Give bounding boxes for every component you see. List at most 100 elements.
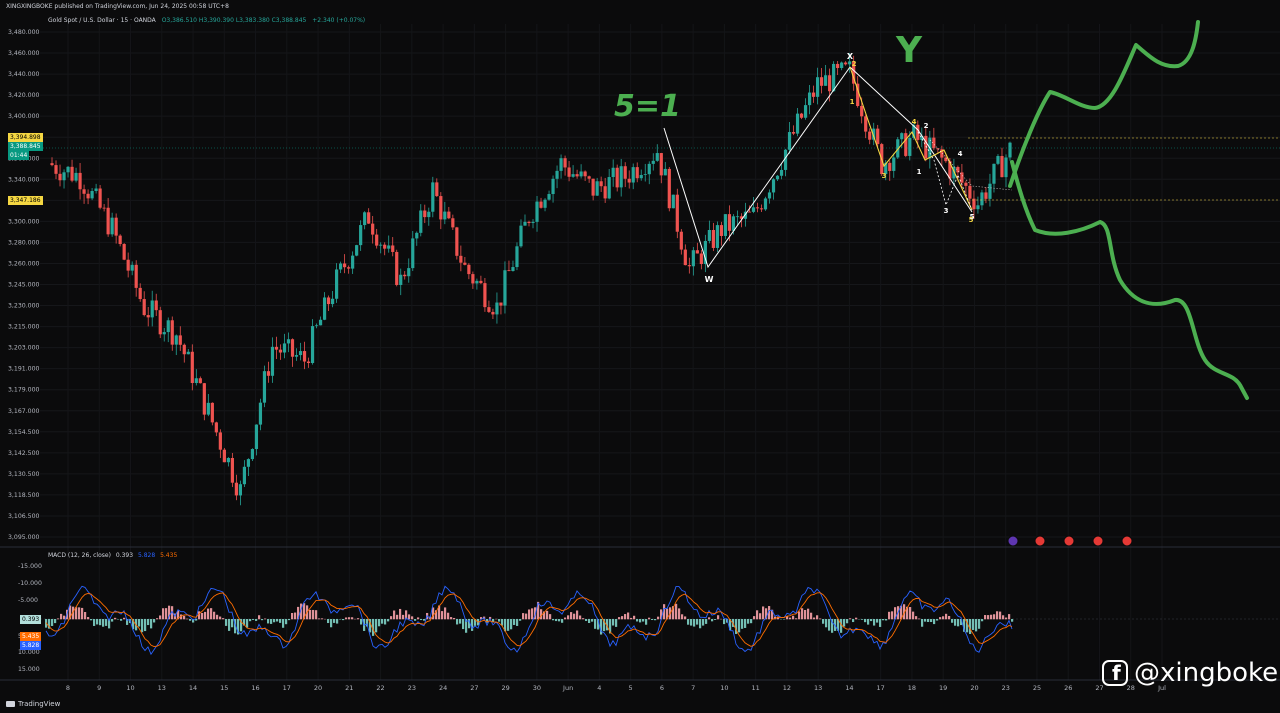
candle-body: [306, 361, 311, 364]
macd-histogram-bar: [396, 614, 399, 620]
macd-histogram-bar: [384, 619, 387, 625]
macd-histogram-bar: [651, 619, 654, 621]
candle-body: [1004, 157, 1008, 178]
macd-histogram-bar: [222, 618, 225, 620]
candle-body: [210, 402, 214, 423]
candle-body: [599, 181, 603, 187]
macd-histogram-bar: [81, 607, 84, 620]
candle-body: [695, 250, 699, 254]
wave-annotations: WX21345213455=1Y: [614, 20, 1249, 400]
candle-body: [635, 167, 639, 179]
candle-body: [711, 230, 715, 248]
price-tick-label: 3,280.000: [8, 239, 40, 246]
macd-histogram-bar: [201, 612, 204, 620]
symbol-title[interactable]: Gold Spot / U.S. Dollar · 15 · OANDA: [48, 17, 156, 24]
candle-body: [683, 249, 687, 266]
candle-body: [996, 156, 1000, 164]
price-tick-label: 3,340.000: [8, 176, 40, 183]
candle-body: [242, 466, 247, 485]
macd-histogram-bar: [78, 607, 81, 620]
macd-histogram-bar: [588, 619, 591, 624]
macd-tick-label: 15.000: [18, 666, 40, 673]
macd-histogram-bar: [459, 619, 462, 624]
macd-histogram-bar: [705, 619, 708, 624]
price-tick-label: 3,154.500: [8, 429, 40, 436]
candle-body: [807, 92, 812, 106]
macd-histogram-bar: [684, 616, 687, 620]
candle-body: [860, 105, 864, 117]
macd-histogram-bar: [393, 610, 396, 620]
candle-body: [603, 186, 607, 199]
us-flag-event-icon[interactable]: [1092, 535, 1104, 547]
macd-histogram-bar: [207, 608, 210, 620]
candle-body: [130, 264, 134, 271]
candle-body: [559, 158, 563, 171]
candle-body: [443, 211, 447, 220]
candle-body: [904, 133, 908, 156]
candle-body: [1000, 156, 1004, 178]
candle-body: [326, 297, 331, 305]
macd-histogram-bar: [312, 609, 315, 620]
macd-histogram-bar: [762, 606, 765, 620]
candle-body: [583, 171, 587, 177]
candle-body: [976, 205, 980, 210]
price-axis[interactable]: 3,480.000 3,460.000 3,440.000 3,420.000 3,40…: [8, 29, 40, 541]
candle-body: [767, 192, 772, 199]
candle-body: [868, 131, 872, 140]
macd-histogram-bar: [414, 619, 417, 621]
price-tick-label: 3,460.000: [8, 50, 40, 57]
price-tick-label: 3,130.500: [8, 471, 40, 478]
macd-histogram-bar: [375, 619, 378, 633]
price-chart[interactable]: 3,480.000 3,460.000 3,440.000 3,420.000 3,40…: [0, 0, 1280, 713]
time-tick-label: 17: [877, 684, 885, 692]
macd-histogram-bar: [876, 619, 879, 623]
macd-histogram-bar: [993, 614, 996, 620]
candle-body: [527, 221, 531, 223]
time-tick-label: 5: [629, 684, 633, 692]
wxy-wave-line: [663, 66, 851, 269]
time-tick-label: 14: [845, 684, 853, 692]
symbol-header: Gold Spot / U.S. Dollar · 15 · OANDA O3,…: [48, 17, 365, 24]
candle-body: [864, 116, 868, 132]
candle-body: [134, 264, 138, 288]
macd-histogram-bar: [444, 607, 447, 620]
time-tick-label: 18: [908, 684, 916, 692]
tradingview-brand[interactable]: TradingView: [6, 700, 60, 708]
candle-body: [535, 201, 539, 222]
macd-histogram-bar: [519, 619, 522, 621]
us-flag-event-icon[interactable]: [1034, 535, 1046, 547]
time-tick-label: 15: [220, 684, 228, 692]
price-tick-label: 3,179.000: [8, 387, 40, 394]
candle-body: [639, 174, 643, 179]
candle-body: [984, 192, 988, 199]
time-tick-label: 23: [1002, 684, 1010, 692]
candle-body: [118, 235, 122, 245]
candle-body: [575, 174, 579, 177]
us-flag-event-icon[interactable]: [1121, 535, 1133, 547]
macd-histogram-bar: [189, 619, 192, 621]
time-tick-label: 26: [1064, 684, 1072, 692]
candle-body: [699, 253, 703, 265]
candle-body: [523, 221, 527, 226]
time-tick-label: Jun: [562, 684, 573, 692]
macd-title: MACD (12, 26, close): [48, 552, 111, 559]
candle-body: [936, 148, 940, 150]
macd-legend[interactable]: MACD (12, 26, close) 0.393 5.828 5.435: [48, 552, 177, 559]
price-tick-label: 3,095.000: [8, 534, 40, 541]
macd-histogram-bar: [924, 619, 927, 622]
time-axis[interactable]: 8 9 10 13 14 15 16 17 20 21 22 23 24 27 29 30 Jun 4 5 6 7 10 1…: [0, 679, 1280, 692]
lightning-event-icon[interactable]: [1007, 535, 1019, 547]
macd-histogram-bar: [852, 619, 855, 623]
candle-body: [715, 225, 719, 248]
candle-body: [351, 255, 355, 269]
macd-histogram-bar: [954, 619, 957, 626]
white-label-2: 2: [924, 122, 929, 130]
candle-body: [836, 63, 840, 69]
us-flag-event-icon[interactable]: [1063, 535, 1075, 547]
candle-body: [735, 216, 740, 218]
time-tick-label: 10: [126, 684, 134, 692]
macd-histogram-bar: [987, 615, 990, 620]
candle-body: [302, 351, 307, 362]
candle-body: [571, 174, 575, 177]
price-tick-label: 3,245.000: [8, 282, 40, 289]
